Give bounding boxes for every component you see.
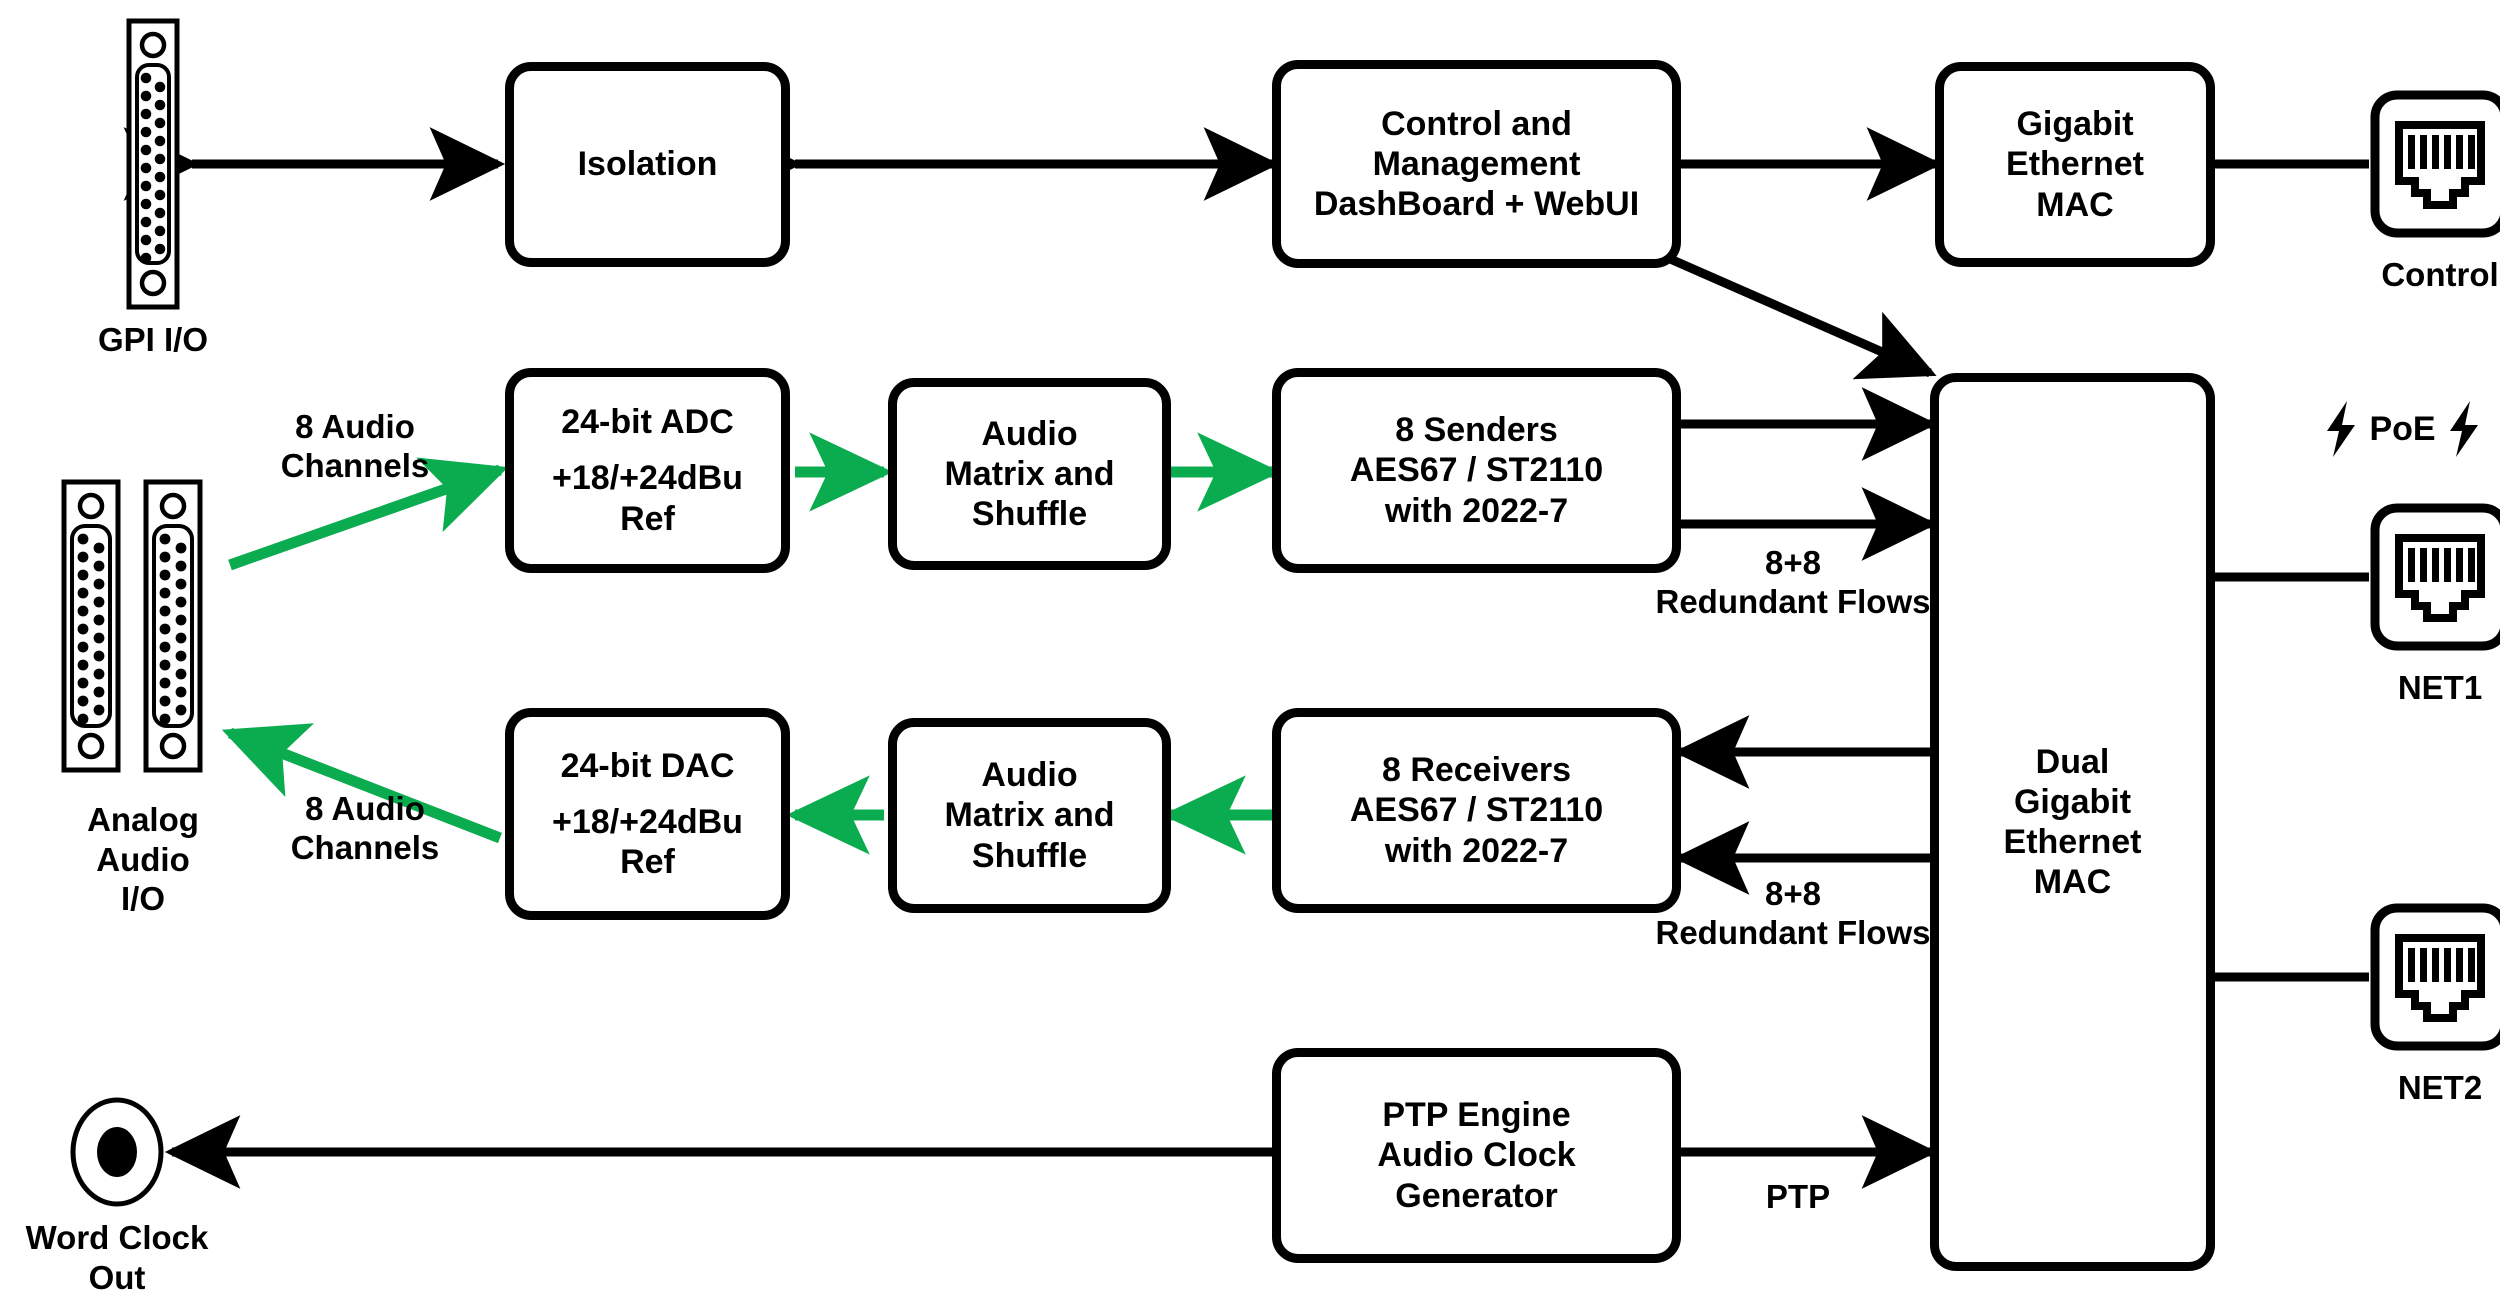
gigabit-ethernet-mac-block[interactable]: Gigabit Ethernet MAC: [1935, 62, 2215, 267]
net1-port-label: NET1: [2397, 669, 2483, 706]
matrixtop-line-1: Matrix and: [944, 454, 1115, 493]
receivers-line-0: 8 Receivers: [1381, 751, 1572, 790]
senders-line-2: with 2022-7: [1384, 491, 1569, 530]
audio-in-channels-label: 8 Audio Channels: [280, 408, 430, 484]
dac-line-2: Ref: [620, 843, 675, 882]
receivers-line-1: AES67 / ST2110: [1349, 791, 1604, 830]
matrixbot-line-0: Audio: [981, 756, 1078, 795]
bnc-connector-icon: [70, 1097, 164, 1207]
ptp-line-1: Audio Clock: [1377, 1136, 1576, 1175]
redundant-flows-tx-label: 8+8 Redundant Flows: [1655, 544, 1931, 620]
net2-port-label: NET2: [2397, 1069, 2483, 1106]
analog-audio-connectors: [58, 478, 228, 781]
matrixtop-line-2: Shuffle: [971, 495, 1088, 534]
control-line-1: Management: [1372, 144, 1581, 183]
dual-dsub-connector-icon: [61, 479, 203, 773]
matrixbot-line-2: Shuffle: [971, 836, 1088, 875]
dualmac-line-2: Ethernet: [2003, 823, 2142, 861]
poe-label: PoE: [2369, 409, 2436, 448]
dac-block[interactable]: 24-bit DAC +18/+24dBu Ref: [505, 708, 790, 920]
senders-block[interactable]: 8 Senders AES67 / ST2110 with 2022-7: [1272, 368, 1681, 573]
dac-line-1: +18/+24dBu: [552, 802, 743, 841]
matrixbot-line-1: Matrix and: [944, 796, 1115, 835]
senders-line-0: 8 Senders: [1395, 411, 1558, 450]
matrixtop-line-0: Audio: [981, 414, 1078, 453]
rj45-jack-icon: [2370, 503, 2500, 651]
rj45-jack-icon: [2370, 90, 2500, 238]
gpi-io-label: GPI I/O: [97, 321, 209, 358]
control-line-2: DashBoard + WebUI: [1313, 185, 1640, 224]
gigmac-line-0: Gigabit: [2016, 105, 2134, 144]
dualmac-line-1: Gigabit: [2013, 782, 2132, 821]
net2-rj45-connector: [2369, 902, 2500, 1057]
lightning-bolt-icon: [2327, 401, 2356, 457]
dual-gigabit-ethernet-mac-block[interactable]: Dual Gigabit Ethernet MAC: [1930, 373, 2215, 1271]
lightning-bolt-icon: [2449, 401, 2478, 457]
control-rj45-connector: [2369, 89, 2500, 244]
adc-line-1: +18/+24dBu: [552, 459, 743, 498]
ptp-link-label: PTP: [1765, 1178, 1831, 1215]
adc-block[interactable]: 24-bit ADC +18/+24dBu Ref: [505, 368, 790, 573]
audio-matrix-shuffle-top-block[interactable]: Audio Matrix and Shuffle: [888, 378, 1171, 570]
control-port-label: Control: [2381, 256, 2499, 293]
poe-indicator: PoE: [2300, 398, 2500, 460]
audio-out-channels-label: 8 Audio Channels: [290, 790, 440, 866]
audio-matrix-shuffle-bottom-block[interactable]: Audio Matrix and Shuffle: [888, 718, 1171, 913]
gpi-connector: [118, 18, 188, 315]
gigmac-line-2: MAC: [2036, 185, 2114, 224]
ptp-engine-block[interactable]: PTP Engine Audio Clock Generator: [1272, 1048, 1681, 1263]
senders-line-1: AES67 / ST2110: [1349, 451, 1604, 490]
dualmac-line-3: MAC: [2033, 863, 2112, 902]
redundant-flows-rx-label: 8+8 Redundant Flows: [1655, 875, 1931, 951]
block-diagram-canvas: GPI I/O Analog Audio I/O Word Clock Out …: [0, 0, 2500, 1311]
ptp-line-2: Generator: [1395, 1176, 1558, 1215]
control-management-block[interactable]: Control and Management DashBoard + WebUI: [1272, 60, 1681, 268]
receivers-line-2: with 2022-7: [1384, 831, 1569, 870]
dac-line-0: 24-bit DAC: [560, 746, 735, 785]
ptp-line-0: PTP Engine: [1382, 1096, 1571, 1135]
control-line-0: Control and: [1381, 104, 1572, 143]
net1-rj45-connector: [2369, 502, 2500, 657]
rj45-jack-icon: [2370, 903, 2500, 1051]
word-clock-connector: [62, 1095, 172, 1215]
word-clock-out-label: Word Clock Out: [25, 1219, 209, 1296]
dsub-connector-icon: [126, 18, 180, 310]
isolation-line-0: Isolation: [577, 145, 718, 184]
gigmac-line-1: Ethernet: [2006, 145, 2144, 184]
dualmac-line-0: Dual: [2035, 742, 2110, 781]
adc-line-2: Ref: [620, 499, 675, 538]
adc-line-0: 24-bit ADC: [561, 403, 734, 442]
isolation-block[interactable]: Isolation: [505, 62, 790, 267]
